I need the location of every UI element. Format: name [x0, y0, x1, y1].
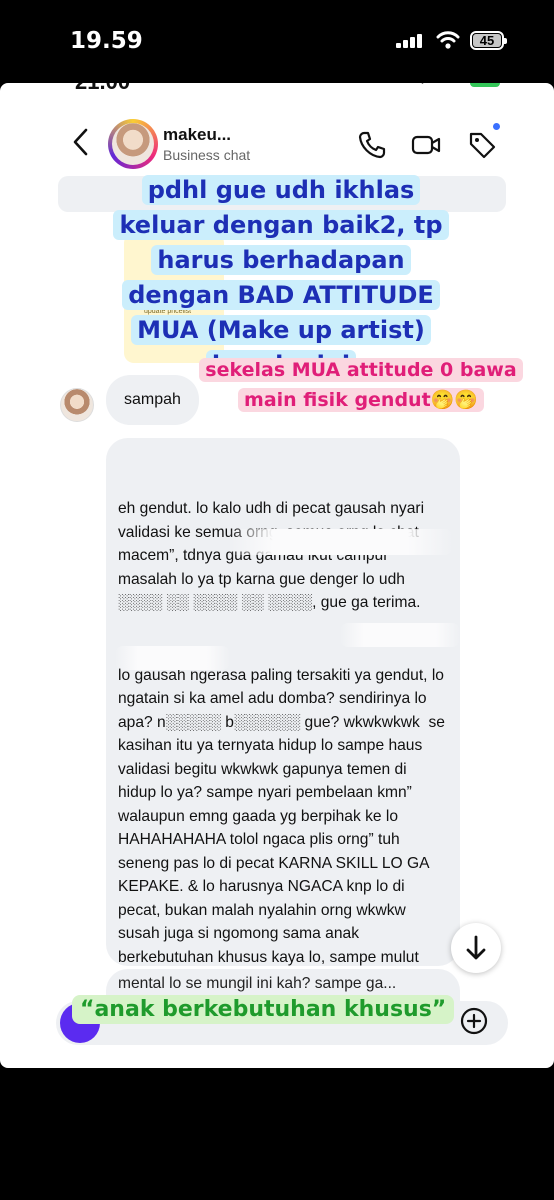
notification-dot — [493, 123, 500, 130]
battery-icon: 45 — [470, 31, 507, 50]
chat-username[interactable]: makeu... — [163, 125, 231, 145]
message-bubble-long: eh gendut. lo kalo udh di pecat gausah n… — [106, 438, 460, 1013]
battery-level: 45 — [473, 34, 501, 47]
overlay-caption-middle: sekelas MUA attitude 0 bawa main fisik g… — [196, 355, 526, 415]
inner-battery-icon: 75 — [470, 83, 500, 87]
business-chat-label: Business chat — [163, 147, 251, 163]
wifi-icon — [436, 31, 460, 49]
screenshot-card: 21.00 ➤ 75 makeu... Business chat update… — [0, 83, 554, 1068]
add-plus-icon[interactable] — [458, 1005, 490, 1037]
blur-smudge — [340, 623, 460, 647]
phone-call-icon[interactable] — [356, 129, 388, 161]
avatar[interactable] — [108, 119, 158, 169]
blur-smudge — [228, 529, 453, 555]
sender-avatar[interactable] — [60, 388, 94, 422]
message-paragraph-1: eh gendut. lo kalo udh di pecat gausah n… — [118, 500, 425, 611]
scroll-down-button[interactable] — [451, 923, 501, 973]
blur-smudge — [115, 646, 230, 670]
back-arrow-icon[interactable] — [70, 127, 92, 157]
inner-status-bar: 21.00 ➤ 75 — [0, 83, 554, 95]
location-arrow-icon: ➤ — [420, 83, 432, 88]
outer-status-bar: 19.59 45 — [0, 0, 554, 80]
tag-label-icon[interactable] — [466, 129, 498, 161]
chat-header: makeu... Business chat — [0, 111, 554, 181]
video-call-icon[interactable] — [410, 129, 442, 161]
status-time: 19.59 — [70, 28, 143, 54]
overlay-caption-top-text: pdhl gue udh ikhlas keluar dengan baik2,… — [113, 175, 449, 380]
overlay-caption-bottom: “anak berkebutuhan khusus” — [72, 995, 455, 1024]
arrow-down-icon — [466, 935, 486, 960]
inner-status-time: 21.00 — [75, 83, 130, 95]
overlay-caption-top: pdhl gue udh ikhlas keluar dengan baik2,… — [108, 173, 454, 383]
message-bubble-short: sampah — [106, 375, 199, 425]
cellular-signal-icon — [396, 32, 426, 48]
message-paragraph-2: lo gausah ngerasa paling tersakiti ya ge… — [118, 666, 445, 1013]
overlay-caption-middle-text: sekelas MUA attitude 0 bawa main fisik g… — [199, 358, 523, 412]
